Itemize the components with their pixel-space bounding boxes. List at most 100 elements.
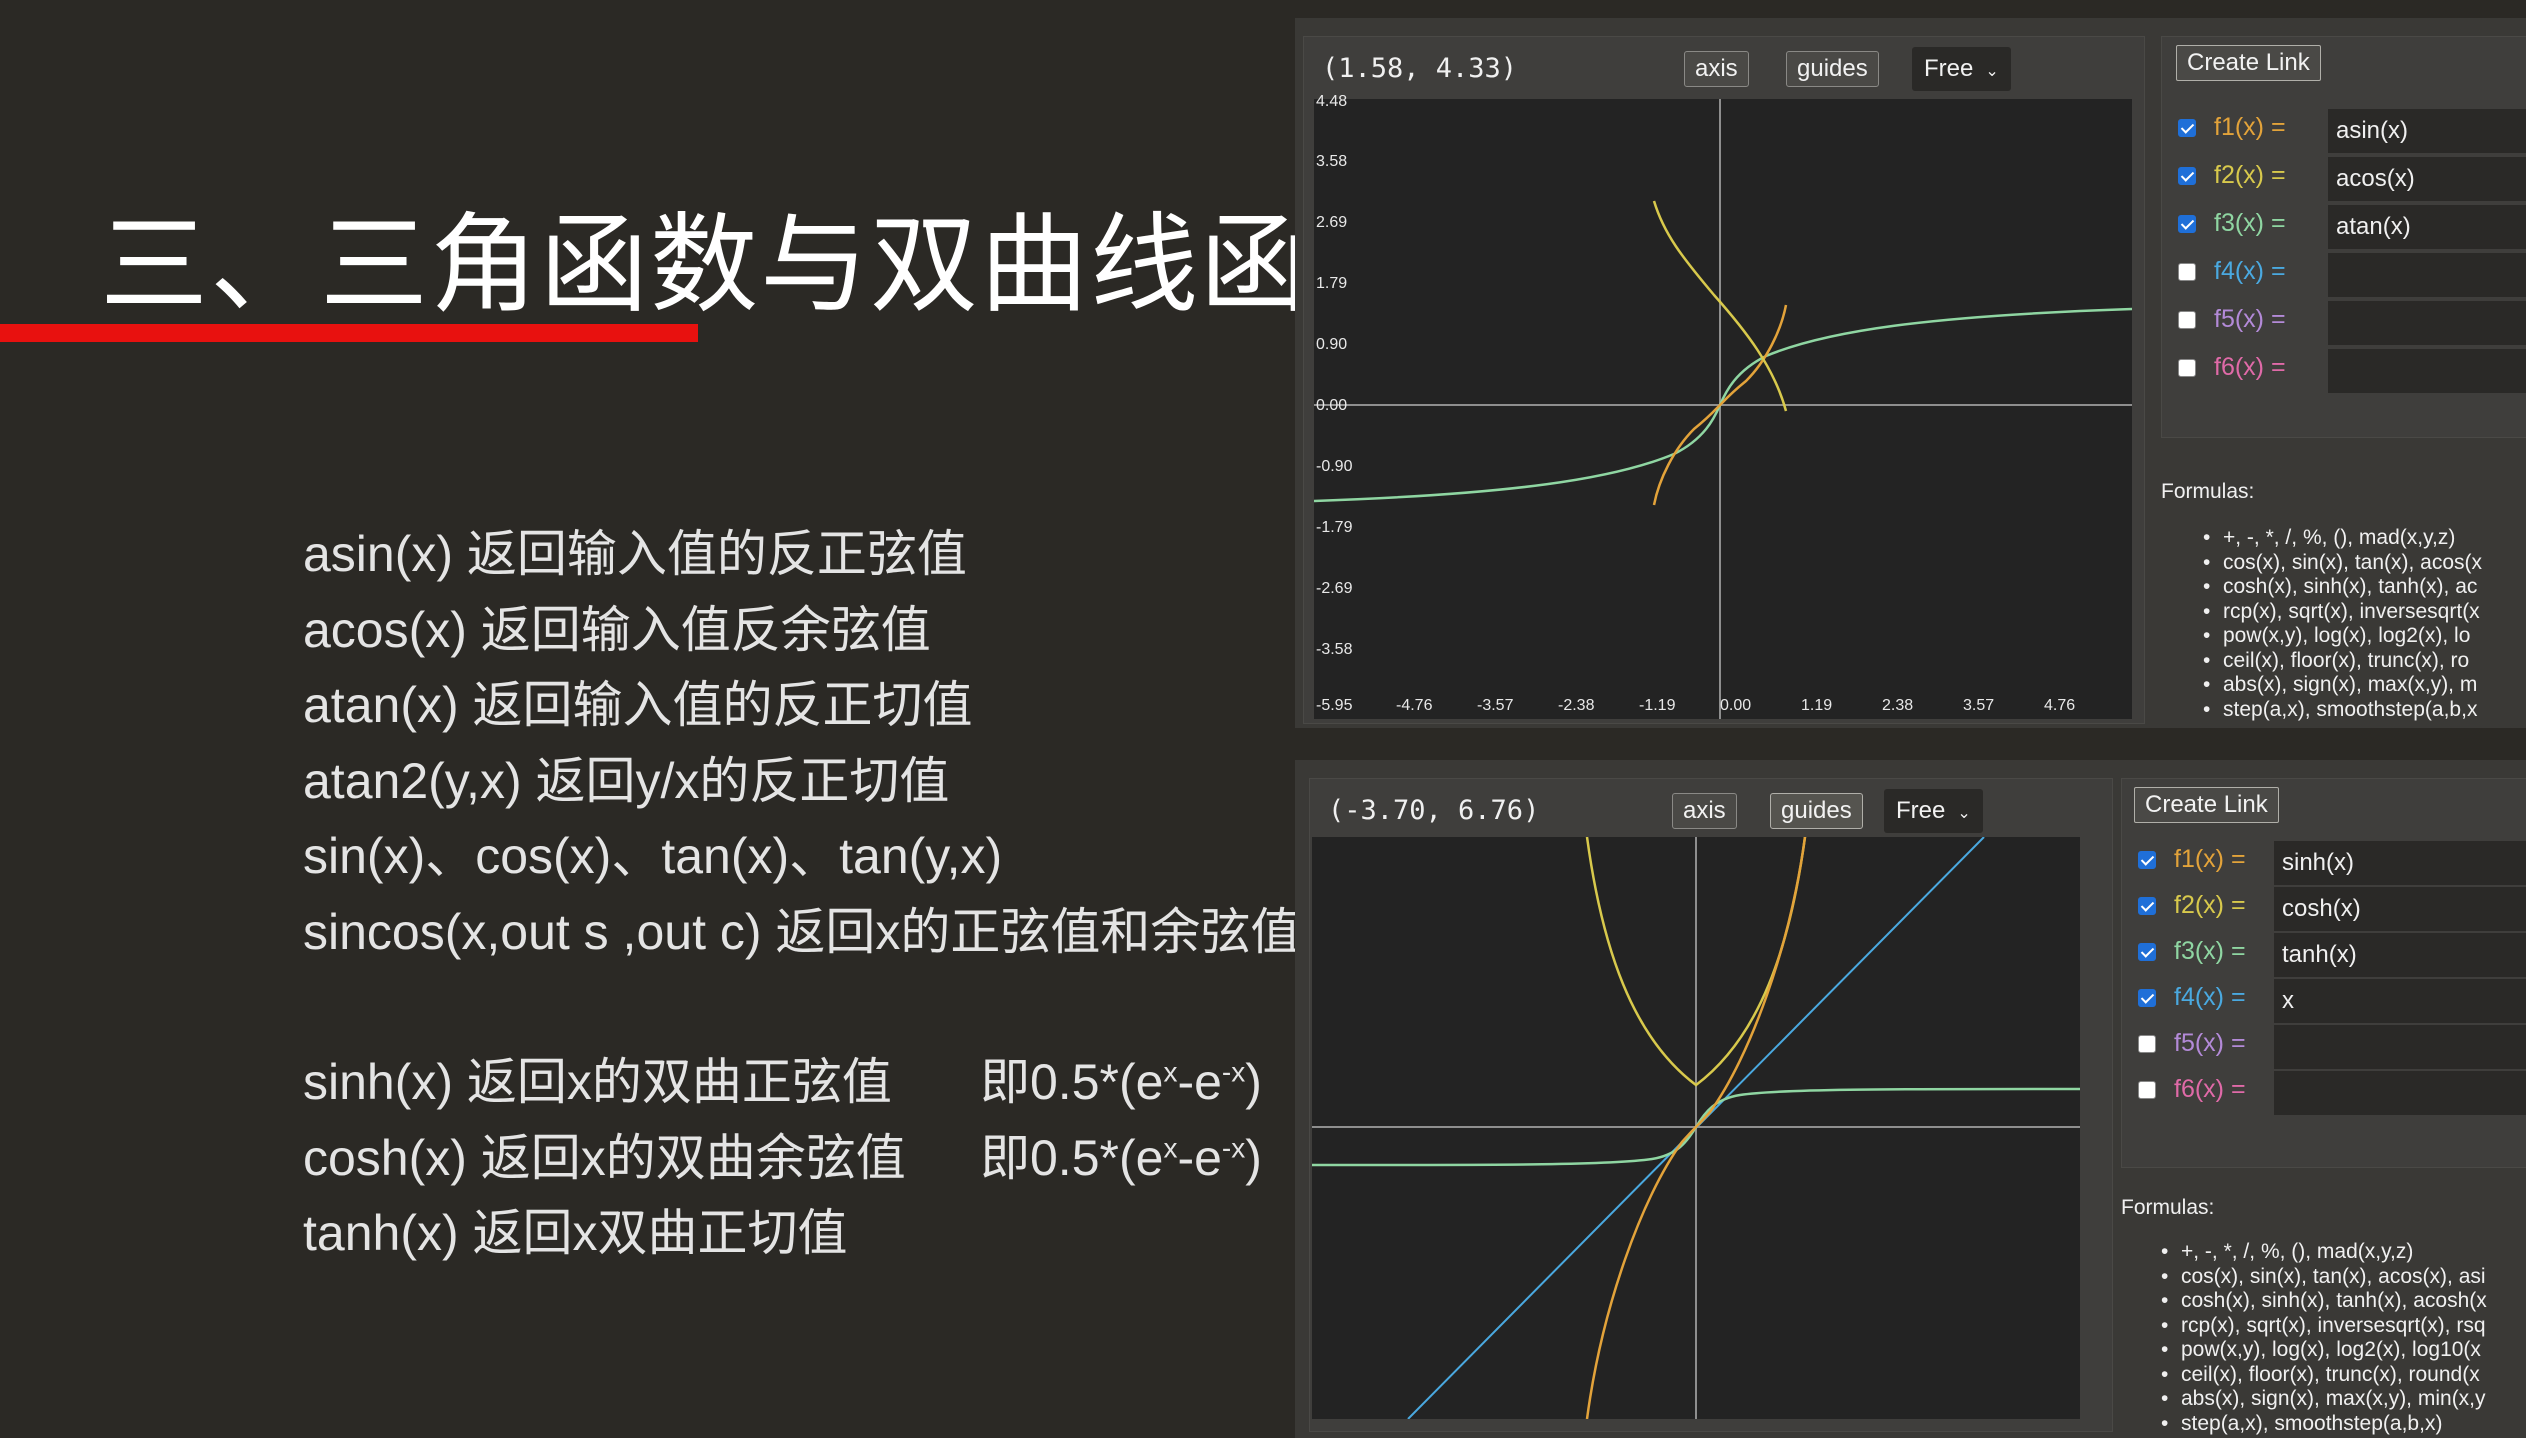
y-tick: -3.58: [1316, 641, 1353, 658]
formula-item: ceil(x), floor(x), trunc(x), round(x: [2161, 1363, 2487, 1388]
f5-label: f5(x) =: [2174, 1029, 2246, 1057]
y-tick: 2.69: [1316, 214, 1348, 231]
formula-item: cos(x), sin(x), tan(x), acos(x: [2203, 551, 2482, 576]
title-accent-bar: [0, 324, 698, 342]
create-link-button[interactable]: Create Link: [2134, 787, 2279, 823]
y-tick: -2.69: [1316, 580, 1353, 597]
f2-checkbox[interactable]: [2138, 897, 2156, 915]
f2-input[interactable]: acos(x): [2328, 157, 2526, 201]
function-panel: Create Link f1(x) = sinh(x) f2(x) = cosh…: [2121, 778, 2526, 1168]
mode-select[interactable]: Free ⌄: [1912, 47, 2011, 91]
axis-button[interactable]: axis: [1672, 793, 1737, 829]
x-tick: 2.38: [1882, 697, 1914, 714]
f3-label: f3(x) =: [2174, 937, 2246, 965]
bullet-tanh: tanh(x) 返回x双曲正切值: [303, 1205, 848, 1261]
f1-input[interactable]: sinh(x): [2274, 841, 2526, 885]
graph-toolbar: (1.58, 4.33) axis guides Free ⌄: [1304, 37, 2144, 97]
f6-checkbox[interactable]: [2178, 359, 2196, 377]
plot-svg: [1312, 837, 2080, 1419]
f5-input[interactable]: [2328, 301, 2526, 345]
formula-item: +, -, *, /, %, (), mad(x,y,z): [2203, 526, 2482, 551]
x-tick: 3.57: [1963, 697, 1995, 714]
slide-title: 三、三角函数与双曲线函数: [100, 203, 1421, 328]
axis-button[interactable]: axis: [1684, 51, 1749, 87]
y-tick: -0.90: [1316, 458, 1353, 475]
f2-label: f2(x) =: [2214, 161, 2286, 189]
create-link-button[interactable]: Create Link: [2176, 45, 2321, 81]
f1-checkbox[interactable]: [2138, 851, 2156, 869]
formula-item: step(a,x), smoothstep(a,b,x): [2161, 1412, 2487, 1437]
function-row-f3: f3(x) = tanh(x): [2122, 933, 2526, 977]
f4-input[interactable]: x: [2274, 979, 2526, 1023]
f6-input[interactable]: [2328, 349, 2526, 393]
f4-checkbox[interactable]: [2138, 989, 2156, 1007]
mode-select-value: Free: [1924, 55, 1974, 82]
f3-input[interactable]: atan(x): [2328, 205, 2526, 249]
formulas-title: Formulas:: [2161, 480, 2255, 503]
f6-checkbox[interactable]: [2138, 1081, 2156, 1099]
bullet-atan2: atan2(y,x) 返回y/x的反正切值: [303, 753, 950, 809]
mode-select[interactable]: Free ⌄: [1884, 789, 1983, 833]
plot-area[interactable]: [1312, 837, 2080, 1419]
guides-button[interactable]: guides: [1786, 51, 1879, 87]
function-row-f4: f4(x) = x: [2122, 979, 2526, 1023]
f1-input[interactable]: asin(x): [2328, 109, 2526, 153]
formula-item: cos(x), sin(x), tan(x), acos(x), asi: [2161, 1265, 2487, 1290]
x-tick: -1.19: [1639, 697, 1676, 714]
function-row-f6: f6(x) =: [2162, 349, 2526, 393]
formula-item: cosh(x), sinh(x), tanh(x), acosh(x: [2161, 1289, 2487, 1314]
x-tick: -4.76: [1396, 697, 1433, 714]
f3-input[interactable]: tanh(x): [2274, 933, 2526, 977]
formulas-list: +, -, *, /, %, (), mad(x,y,z) cos(x), si…: [2203, 526, 2482, 722]
function-row-f3: f3(x) = atan(x): [2162, 205, 2526, 249]
f2-input[interactable]: cosh(x): [2274, 887, 2526, 931]
function-row-f5: f5(x) =: [2122, 1025, 2526, 1069]
f3-label: f3(x) =: [2214, 209, 2286, 237]
mode-select-value: Free: [1896, 797, 1946, 824]
formula-item: pow(x,y), log(x), log2(x), log10(x: [2161, 1338, 2487, 1363]
f5-input[interactable]: [2274, 1025, 2526, 1069]
bullet-sinh: sinh(x) 返回x的双曲正弦值: [303, 1054, 892, 1110]
f6-label: f6(x) =: [2174, 1075, 2246, 1103]
plot-area[interactable]: 4.48 3.58 2.69 1.79 0.90 0.00 -0.90 -1.7…: [1314, 93, 2132, 719]
bullet-cosh: cosh(x) 返回x的双曲余弦值: [303, 1130, 906, 1186]
formula-item: rcp(x), sqrt(x), inversesqrt(x), rsq: [2161, 1314, 2487, 1339]
f4-input[interactable]: [2328, 253, 2526, 297]
function-row-f2: f2(x) = acos(x): [2162, 157, 2526, 201]
formula-item: +, -, *, /, %, (), mad(x,y,z): [2161, 1240, 2487, 1265]
formula-item: cosh(x), sinh(x), tanh(x), ac: [2203, 575, 2482, 600]
f5-label: f5(x) =: [2214, 305, 2286, 333]
formula-item: ceil(x), floor(x), trunc(x), ro: [2203, 649, 2482, 674]
f3-checkbox[interactable]: [2178, 215, 2196, 233]
y-tick: 0.00: [1316, 397, 1348, 414]
y-tick: -1.79: [1316, 519, 1353, 536]
y-tick: 1.79: [1316, 275, 1348, 292]
f3-checkbox[interactable]: [2138, 943, 2156, 961]
f4-checkbox[interactable]: [2178, 263, 2196, 281]
bullet-acos: acos(x) 返回输入值反余弦值: [303, 602, 931, 658]
f1-checkbox[interactable]: [2178, 119, 2196, 137]
f6-input[interactable]: [2274, 1071, 2526, 1115]
function-panel: Create Link f1(x) = asin(x) f2(x) = acos…: [2161, 36, 2526, 438]
bullet-atan: atan(x) 返回输入值的反正切值: [303, 677, 973, 733]
guides-button[interactable]: guides: [1770, 793, 1863, 829]
plot-svg: [1314, 99, 2132, 719]
y-tick: 4.48: [1316, 93, 1348, 110]
graph-app-inverse-trig: (1.58, 4.33) axis guides Free ⌄ 4.48 3.58…: [1295, 18, 2526, 728]
cosh-formula: 即0.5*(ex-e-x): [980, 1130, 1262, 1186]
formula-item: pow(x,y), log(x), log2(x), lo: [2203, 624, 2482, 649]
bullet-trig: sin(x)、cos(x)、tan(x)、tan(y,x): [303, 828, 1003, 884]
formula-item: rcp(x), sqrt(x), inversesqrt(x: [2203, 600, 2482, 625]
f2-checkbox[interactable]: [2178, 167, 2196, 185]
function-row-f4: f4(x) =: [2162, 253, 2526, 297]
f5-checkbox[interactable]: [2138, 1035, 2156, 1053]
f4-label: f4(x) =: [2214, 257, 2286, 285]
f1-label: f1(x) =: [2214, 113, 2286, 141]
y-tick: 3.58: [1316, 153, 1348, 170]
sinh-formula: 即0.5*(ex-e-x): [980, 1054, 1262, 1110]
function-row-f1: f1(x) = asin(x): [2162, 109, 2526, 153]
f5-checkbox[interactable]: [2178, 311, 2196, 329]
x-tick: -5.95: [1316, 697, 1353, 714]
function-row-f1: f1(x) = sinh(x): [2122, 841, 2526, 885]
chevron-down-icon: ⌄: [1985, 63, 1999, 80]
